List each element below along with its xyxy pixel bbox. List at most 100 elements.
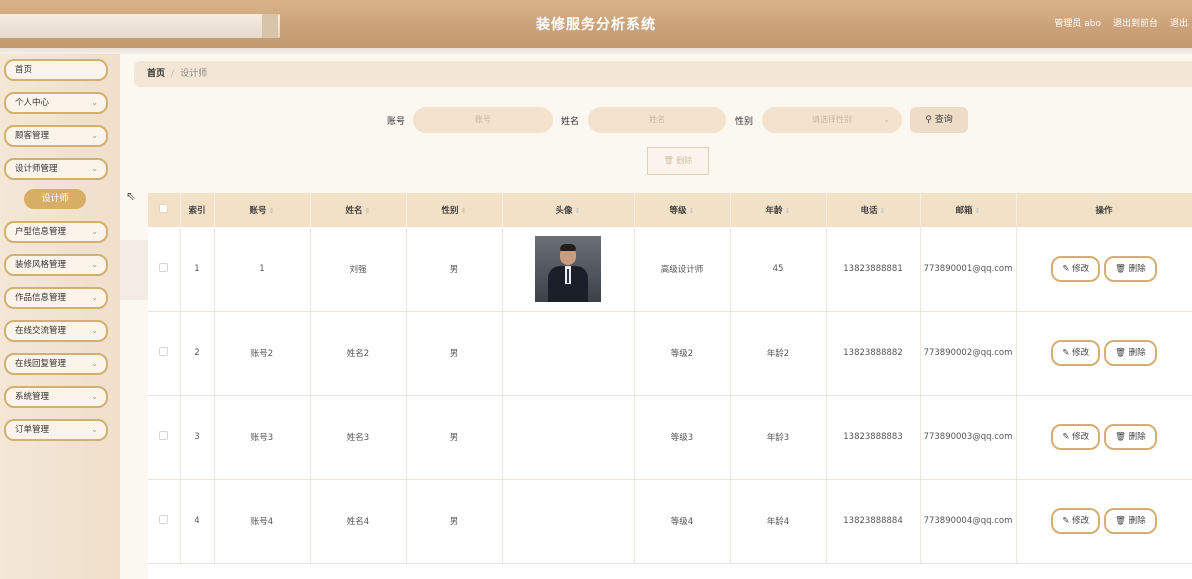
- actions-cell: ✎ 修改 🗑 删除: [1016, 395, 1192, 479]
- edit-button[interactable]: ✎ 修改: [1051, 508, 1101, 534]
- sidebar-item[interactable]: 订单管理 ⌄: [4, 419, 108, 441]
- avatar-cell: [502, 227, 635, 311]
- phone-cell: 13823888884: [826, 479, 921, 563]
- column-header[interactable]: 等级 ⇕: [634, 193, 731, 227]
- column-header[interactable]: 邮箱 ⇕: [920, 193, 1017, 227]
- query-button[interactable]: ⚲ 查询: [910, 107, 968, 133]
- table-row: 2 账号2 姓名2 男 等级2 年龄2 13823888882 773890002@qq.co…: [148, 311, 1192, 395]
- column-header-label: 操作: [1095, 206, 1113, 216]
- sort-icon[interactable]: ⇕: [785, 207, 791, 215]
- sort-icon[interactable]: ⇕: [365, 207, 371, 215]
- column-header-label: 年龄: [765, 206, 783, 216]
- delete-button[interactable]: 🗑 删除: [1104, 340, 1157, 366]
- edit-button-label: 修改: [1072, 516, 1090, 526]
- app-title: 装修服务分析系统: [536, 17, 656, 33]
- sidebar-item[interactable]: 设计师管理 ⌄: [4, 158, 108, 180]
- email-cell: 773890003@qq.com: [920, 395, 1017, 479]
- chevron-down-icon: ⌄: [91, 227, 98, 236]
- front-link[interactable]: 退出到前台: [1113, 16, 1158, 29]
- avatar: [535, 235, 601, 302]
- sidebar-edge-panel: [120, 240, 148, 300]
- sort-icon[interactable]: ⇕: [880, 207, 886, 215]
- sidebar-item[interactable]: 在线回复管理 ⌄: [4, 353, 108, 375]
- account-input[interactable]: 账号: [413, 107, 553, 133]
- email-cell: 773890004@qq.com: [920, 479, 1017, 563]
- sort-icon[interactable]: ⇕: [461, 207, 467, 215]
- account-cell: 账号4: [214, 479, 311, 563]
- sidebar-item[interactable]: 首页: [4, 59, 108, 81]
- level-cell: 高级设计师: [634, 227, 731, 311]
- sidebar-item[interactable]: 户型信息管理 ⌄: [4, 221, 108, 243]
- designer-table: 索引 账号 ⇕ 姓名 ⇕ 性别 ⇕ 头像 ⇕ 等级 ⇕ 年龄 ⇕ 电话 ⇕ 邮箱 ⇕ 操作 1 1 刘强男高级设计师 4…: [148, 193, 1192, 579]
- row-checkbox[interactable]: [159, 431, 169, 440]
- sidebar-item[interactable]: 在线交流管理 ⌄: [4, 320, 108, 342]
- select-all-checkbox[interactable]: [159, 204, 169, 213]
- phone-cell: 13823888881: [826, 227, 921, 311]
- column-header[interactable]: 姓名 ⇕: [310, 193, 407, 227]
- row-checkbox[interactable]: [159, 347, 169, 356]
- sort-icon[interactable]: ⇕: [575, 207, 581, 215]
- age-cell: 年龄4: [730, 479, 827, 563]
- edit-button[interactable]: ✎ 修改: [1051, 424, 1101, 450]
- sidebar-item[interactable]: 系统管理 ⌄: [4, 386, 108, 408]
- sidebar-item[interactable]: 顾客管理 ⌄: [4, 125, 108, 147]
- column-header[interactable]: 电话 ⇕: [826, 193, 921, 227]
- current-user: 管理员 abo: [1054, 19, 1101, 29]
- logout-link[interactable]: 退出: [1170, 16, 1188, 29]
- sidebar-subitem-designer[interactable]: 设计师: [24, 189, 86, 209]
- row-checkbox[interactable]: [159, 262, 169, 272]
- row-checkbox[interactable]: [159, 515, 169, 524]
- phone-cell: 13823888882: [826, 311, 921, 395]
- delete-button-label: 删除: [1128, 516, 1146, 526]
- gender-select[interactable]: 请选择性别 ⌄: [762, 107, 902, 133]
- chevron-down-icon: ⌄: [91, 164, 98, 173]
- actions-cell: ✎ 修改 🗑 删除: [1016, 311, 1192, 395]
- avatar-cell: [502, 395, 635, 479]
- sort-icon[interactable]: ⇕: [269, 207, 275, 215]
- trash-icon: 🗑: [1115, 348, 1126, 358]
- index-cell: 4: [180, 479, 215, 563]
- batch-delete-button[interactable]: 🗑 删除: [647, 147, 709, 175]
- sidebar-item-label: 系统管理: [15, 392, 50, 402]
- select-all-cell: [148, 193, 181, 227]
- gender-cell: 男: [406, 395, 503, 479]
- table-header-row: 索引 账号 ⇕ 姓名 ⇕ 性别 ⇕ 头像 ⇕ 等级 ⇕ 年龄 ⇕ 电话 ⇕ 邮箱 ⇕ 操作: [148, 193, 1192, 227]
- edit-button[interactable]: ✎ 修改: [1051, 340, 1101, 366]
- avatar-cell: [502, 311, 635, 395]
- sidebar-item-label: 订单管理: [15, 425, 50, 435]
- delete-button[interactable]: 🗑 删除: [1104, 255, 1157, 282]
- sidebar-item-label: 在线回复管理: [15, 359, 67, 369]
- name-cell: 姓名4: [310, 479, 407, 563]
- age-cell: 年龄3: [730, 395, 827, 479]
- sort-icon[interactable]: ⇕: [975, 207, 981, 215]
- top-header: 装修服务分析系统 管理员 abo 退出到前台 退出: [0, 0, 1192, 48]
- column-header-label: 性别: [441, 206, 459, 216]
- chevron-down-icon: ⌄: [91, 260, 98, 269]
- email-text: 773890004@qq.com: [923, 516, 1013, 526]
- column-header[interactable]: 头像 ⇕: [502, 193, 635, 227]
- column-header[interactable]: 性别 ⇕: [406, 193, 503, 227]
- breadcrumb-home[interactable]: 首页: [147, 69, 165, 79]
- row-select-cell: [148, 395, 181, 479]
- sidebar-item[interactable]: 装修风格管理 ⌄: [4, 254, 108, 276]
- sidebar-item-label: 装修风格管理: [15, 260, 67, 270]
- delete-button[interactable]: 🗑 删除: [1104, 424, 1157, 450]
- account-label: 账号: [387, 117, 406, 127]
- sort-icon[interactable]: ⇕: [689, 207, 695, 215]
- account-cell: 1: [214, 227, 311, 311]
- column-header[interactable]: 账号 ⇕: [214, 193, 311, 227]
- column-header[interactable]: 年龄 ⇕: [730, 193, 827, 227]
- edit-icon: ✎: [1062, 516, 1070, 526]
- delete-button[interactable]: 🗑 删除: [1104, 508, 1157, 534]
- sidebar-item[interactable]: 作品信息管理 ⌄: [4, 287, 108, 309]
- edit-button[interactable]: ✎ 修改: [1051, 255, 1101, 282]
- edit-icon: ✎: [1062, 263, 1070, 274]
- name-input[interactable]: 姓名: [588, 107, 726, 133]
- edit-button-label: 修改: [1072, 432, 1090, 442]
- index-cell: 1: [180, 227, 215, 311]
- search-icon: ⚲: [925, 115, 932, 125]
- email-cell: 773890002@qq.com: [920, 311, 1017, 395]
- sidebar-item[interactable]: 个人中心 ⌄: [4, 92, 108, 114]
- trash-icon: 🗑: [1115, 432, 1126, 442]
- query-button-label: 查询: [934, 115, 953, 125]
